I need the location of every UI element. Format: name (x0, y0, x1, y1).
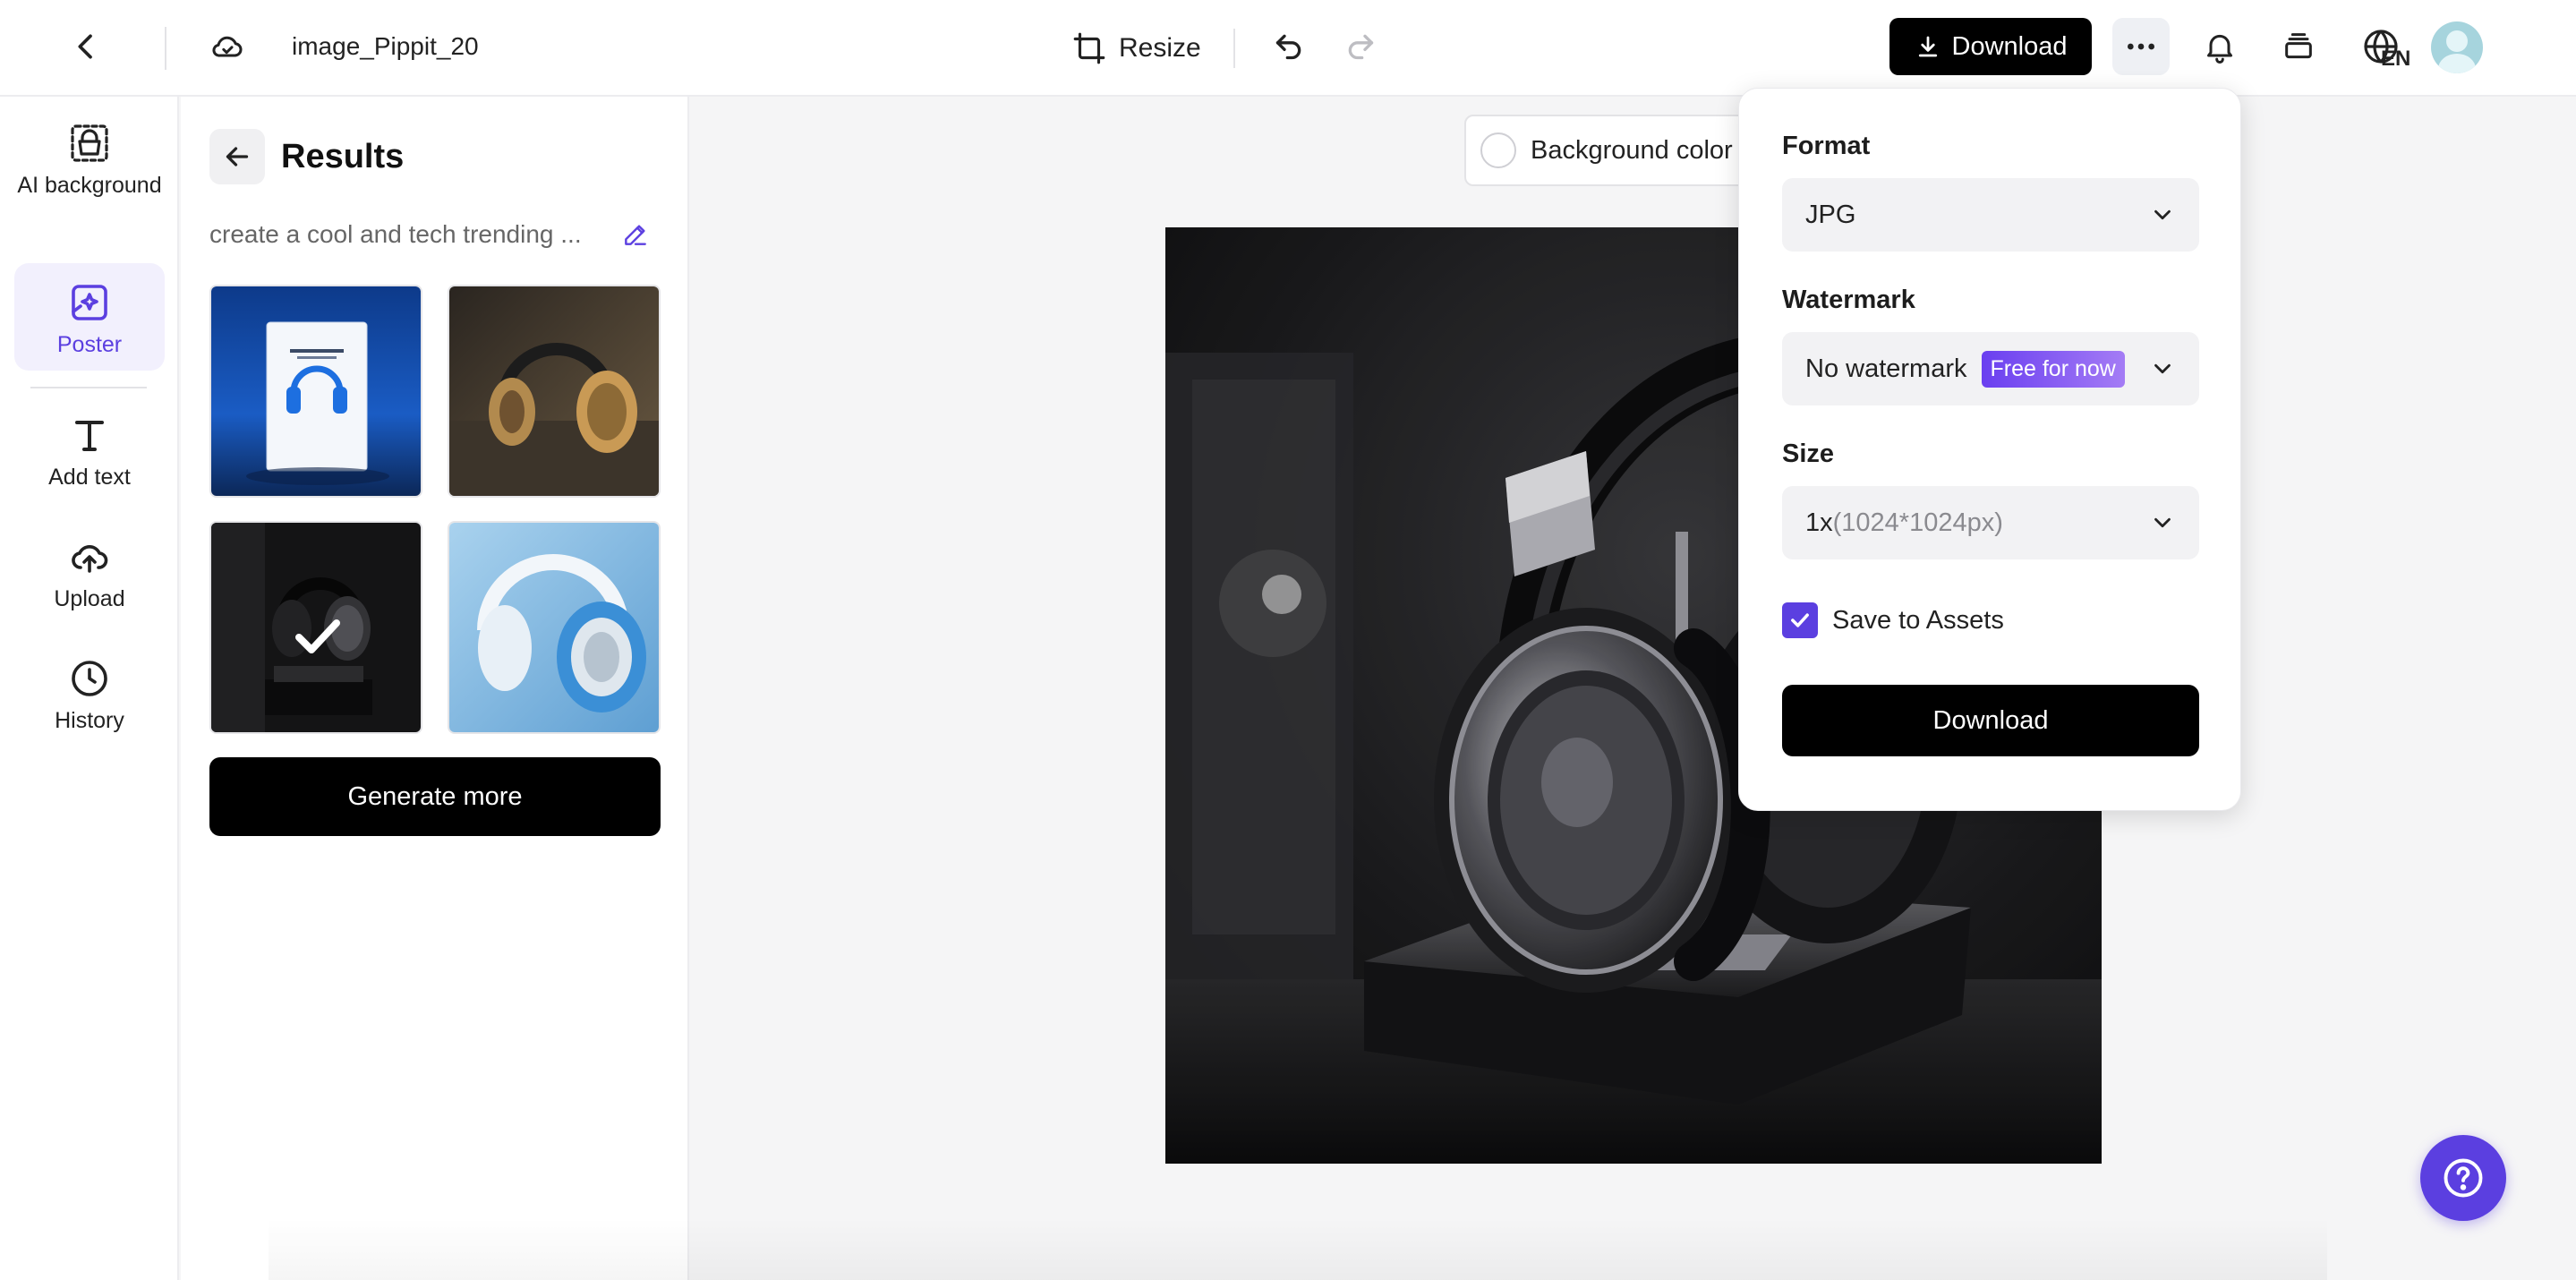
chevron-down-icon (2154, 363, 2171, 374)
sidebar-item-label: Poster (56, 332, 123, 357)
format-value: JPG (1805, 200, 1856, 229)
checkbox-checked-icon[interactable] (1782, 602, 1818, 638)
bottom-shadow (269, 1217, 2327, 1280)
chevron-down-icon (2154, 517, 2171, 528)
language-selector[interactable]: EN (2354, 20, 2411, 77)
bell-icon[interactable] (2191, 18, 2248, 75)
file-name[interactable]: image_Pippit_20 (292, 27, 479, 66)
back-arrow-icon[interactable] (209, 129, 265, 184)
sidebar-item-poster[interactable]: Poster (14, 263, 165, 371)
result-thumbnail[interactable] (209, 285, 422, 498)
results-title: Results (281, 138, 405, 175)
chevron-down-icon (2154, 209, 2171, 220)
color-swatch (1480, 132, 1516, 168)
download-label: Download (1951, 31, 2068, 61)
result-thumbnail-selected[interactable] (209, 521, 422, 734)
size-select[interactable]: 1x (1024*1024px) (1782, 486, 2199, 559)
bag-dashed-icon (71, 124, 108, 162)
sidebar-item-label: AI background (17, 173, 162, 198)
size-detail: (1024*1024px) (1832, 508, 2003, 537)
undo-icon[interactable] (1260, 18, 1318, 75)
divider (1233, 29, 1235, 68)
language-code: EN (2381, 47, 2411, 71)
divider (165, 27, 166, 70)
redo-icon[interactable] (1332, 18, 1389, 75)
cloud-sync-icon[interactable] (199, 18, 256, 75)
resize-label: Resize (1119, 33, 1201, 63)
result-thumbnail[interactable] (448, 521, 661, 734)
watermark-select[interactable]: No watermark Free for now (1782, 332, 2199, 405)
download-popover: Format JPG Watermark No watermark Free f… (1738, 88, 2241, 811)
edit-pencil-icon[interactable] (618, 217, 653, 252)
background-color-label: Background color (1531, 135, 1733, 165)
result-thumbnail[interactable] (448, 285, 661, 498)
top-bar: image_Pippit_20 Resize Download EN (0, 0, 2576, 97)
download-icon (1918, 36, 1937, 57)
sidebar-item-label: Upload (54, 586, 125, 611)
size-value: 1x (1805, 508, 1833, 537)
more-options-icon[interactable] (2112, 18, 2170, 75)
popover-download-button[interactable]: Download (1782, 685, 2199, 756)
resize-button[interactable]: Resize (1070, 23, 1201, 73)
sidebar-item-history[interactable]: History (14, 657, 165, 755)
results-panel: Results create a cool and tech trending … (181, 97, 689, 1280)
size-label: Size (1782, 439, 1835, 468)
resize-icon (1073, 32, 1105, 64)
format-select[interactable]: JPG (1782, 178, 2199, 252)
poster-sparkle-icon (72, 285, 107, 320)
cloud-upload-icon (72, 545, 108, 573)
help-question-icon[interactable] (2420, 1135, 2506, 1221)
text-t-icon (75, 421, 104, 451)
sidebar-item-upload[interactable]: Upload (14, 535, 165, 634)
sidebar-item-label: History (55, 708, 124, 733)
save-to-assets-label: Save to Assets (1832, 605, 2004, 635)
clock-icon (72, 661, 107, 696)
avatar[interactable] (2431, 21, 2483, 73)
sidebar-item-add-text[interactable]: Add text (14, 414, 165, 512)
save-to-assets-checkbox[interactable]: Save to Assets (1782, 602, 2004, 638)
free-badge: Free for now (1981, 350, 2125, 388)
sidebar-item-label: Add text (48, 465, 131, 490)
left-sidebar: AI background Poster Add text Upload His… (0, 97, 179, 1280)
sidebar-item-ai-background[interactable]: AI background (14, 122, 165, 247)
layers-icon[interactable] (2270, 18, 2327, 75)
prompt-text: create a cool and tech trending ... (209, 220, 582, 248)
download-button[interactable]: Download (1889, 18, 2092, 75)
format-label: Format (1782, 132, 1871, 160)
watermark-value: No watermark (1805, 354, 1967, 383)
back-chevron-icon[interactable] (57, 18, 115, 75)
watermark-label: Watermark (1782, 286, 1915, 314)
generate-more-button[interactable]: Generate more (209, 757, 661, 836)
sidebar-divider (30, 387, 147, 388)
